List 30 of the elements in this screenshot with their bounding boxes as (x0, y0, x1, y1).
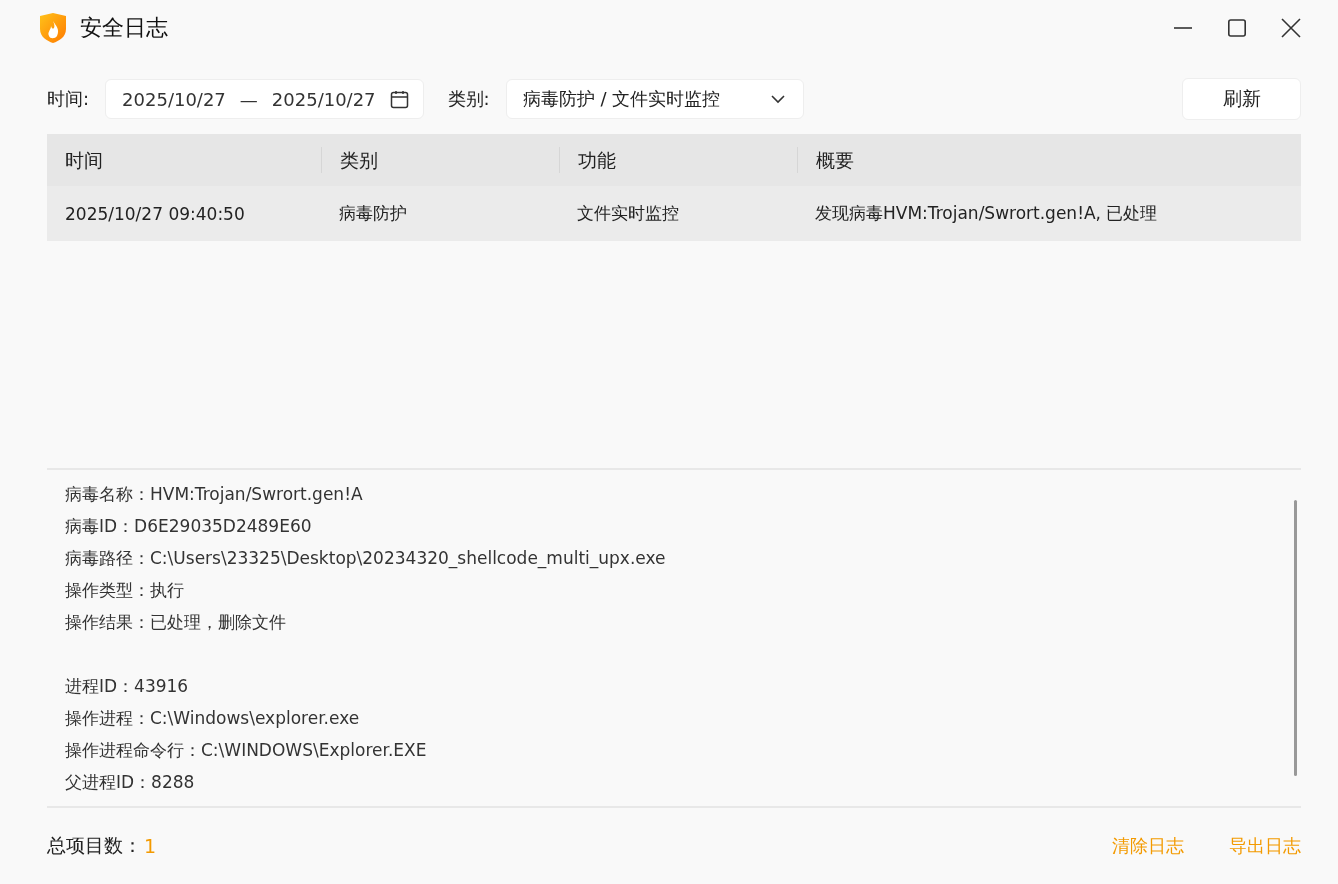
time-label: 时间: (47, 87, 90, 111)
column-header[interactable]: 概要 (797, 147, 1301, 173)
detail-line: 进程ID：43916 (65, 675, 190, 698)
refresh-button[interactable]: 刷新 (1182, 78, 1301, 120)
calendar-icon[interactable] (389, 89, 409, 109)
category-label: 类别: (447, 87, 490, 111)
detail-line: 病毒路径：C:\Users\23325\Desktop\20234320_shellcode_multi_upx.exe (65, 547, 667, 571)
total-items-count: 1 (144, 835, 157, 857)
table-cell-text: 2025/10/27 09:40:50 (64, 203, 246, 224)
table-cell-text: 文件实时监控 (576, 202, 680, 225)
detail-line: 操作类型：执行 (65, 579, 185, 602)
column-header[interactable]: 时间 (47, 147, 321, 173)
total-items-label: 总项目数： (47, 833, 142, 858)
window-title: 安全日志 (80, 14, 169, 42)
table-cell-text: 发现病毒HVM:Trojan/Swrort.gen!A, 已处理 (814, 202, 1159, 225)
scrollbar-thumb[interactable] (1294, 500, 1297, 776)
chevron-down-icon (770, 94, 785, 104)
shield-flame-logo-icon (38, 12, 68, 44)
detail-line: 操作结果：已处理，删除文件 (65, 611, 287, 634)
detail-line: 病毒ID：D6E29035D2489E60 (65, 515, 313, 538)
category-dropdown[interactable]: 病毒防护 / 文件实时监控 (505, 79, 804, 119)
detail-line: 父进程ID：8288 (65, 771, 196, 794)
detail-line: 病毒名称：HVM:Trojan/Swrort.gen!A (65, 483, 364, 506)
column-header[interactable]: 类别 (321, 147, 559, 173)
date-range-field[interactable]: 2025/10/27 — 2025/10/27 (105, 79, 424, 119)
log-row[interactable]: 2025/10/27 09:40:50 病毒防护 文件实时监控 发现病毒HVM:Trojan/Swrort.gen!A, 已处理 (47, 186, 1301, 241)
column-header[interactable]: 功能 (559, 147, 797, 173)
table-cell-text: 病毒防护 (338, 202, 408, 225)
detail-line: 操作进程命令行：C:\WINDOWS\Explorer.EXE (65, 739, 428, 762)
detail-line: 操作进程：C:\Windows\explorer.exe (65, 707, 361, 730)
